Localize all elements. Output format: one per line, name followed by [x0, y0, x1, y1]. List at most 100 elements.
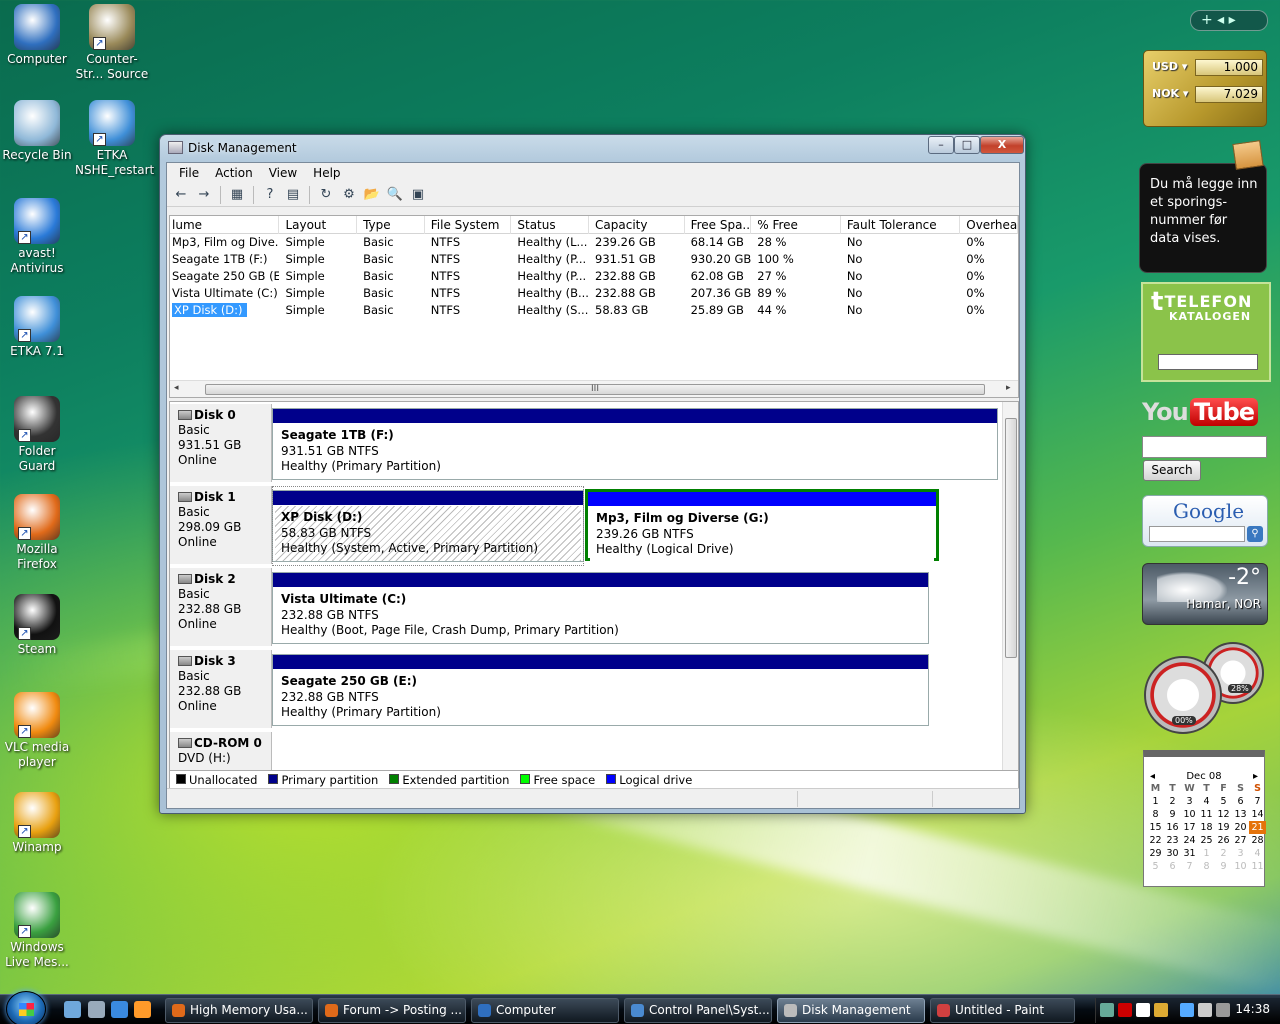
- desktop-icon[interactable]: ↗ Folder Guard: [0, 396, 74, 474]
- calendar-day[interactable]: 8: [1147, 808, 1164, 821]
- calendar-day[interactable]: 21: [1249, 821, 1266, 834]
- search-icon[interactable]: ⚲: [1247, 526, 1263, 542]
- currency-from-value[interactable]: 1.000: [1195, 59, 1263, 76]
- partition[interactable]: Vista Ultimate (C:) 232.88 GB NTFS Healthy…: [272, 572, 929, 644]
- calendar-day[interactable]: 16: [1164, 821, 1181, 834]
- column-header[interactable]: Status: [511, 216, 590, 234]
- calendar-day[interactable]: 7: [1181, 860, 1198, 873]
- calendar-day[interactable]: 6: [1164, 860, 1181, 873]
- calendar-day[interactable]: 11: [1198, 808, 1215, 821]
- calendar-day[interactable]: 27: [1232, 834, 1249, 847]
- volume-row[interactable]: Vista Ultimate (C:) Simple Basic NTFS Health…: [170, 285, 1018, 302]
- calendar-day[interactable]: 1: [1147, 795, 1164, 808]
- disk-label[interactable]: Disk 0 Basic 931.51 GB Online: [170, 404, 272, 482]
- calendar-day[interactable]: 18: [1198, 821, 1215, 834]
- calendar-day[interactable]: 20: [1232, 821, 1249, 834]
- desktop-icon[interactable]: ↗ Mozilla Firefox: [0, 494, 74, 572]
- menu-file[interactable]: File: [171, 163, 207, 183]
- calendar-day[interactable]: 7: [1249, 795, 1266, 808]
- calendar-day[interactable]: 4: [1198, 795, 1215, 808]
- partition[interactable]: Mp3, Film og Diverse (G:) 239.26 GB NTFS H…: [585, 489, 939, 562]
- disk-icon[interactable]: ▣: [408, 186, 428, 204]
- scroll-right-icon[interactable]: ▸: [1006, 383, 1011, 393]
- column-header[interactable]: Layout: [279, 216, 358, 234]
- calendar-day[interactable]: 15: [1147, 821, 1164, 834]
- calendar-day[interactable]: 29: [1147, 847, 1164, 860]
- menu-view[interactable]: View: [261, 163, 305, 183]
- calendar-day[interactable]: 8: [1198, 860, 1215, 873]
- calendar-day[interactable]: 31: [1181, 847, 1198, 860]
- media-player-icon[interactable]: [134, 1001, 151, 1018]
- desktop-icon[interactable]: Recycle Bin: [0, 100, 74, 163]
- currency-from[interactable]: USD ▾: [1152, 60, 1187, 73]
- disk-label[interactable]: CD-ROM 0 DVD (H:): [170, 732, 272, 770]
- settings-icon[interactable]: ⚙: [339, 186, 359, 204]
- network-icon[interactable]: [1100, 1003, 1114, 1017]
- calendar-day[interactable]: 14: [1249, 808, 1266, 821]
- column-header[interactable]: Overhead: [960, 216, 1018, 234]
- calendar-day[interactable]: 4: [1249, 847, 1266, 860]
- calendar-day[interactable]: 5: [1147, 860, 1164, 873]
- calendar-day[interactable]: 10: [1232, 860, 1249, 873]
- partition[interactable]: Seagate 250 GB (E:) 232.88 GB NTFS Healthy…: [272, 654, 929, 726]
- show-desktop-icon[interactable]: [64, 1001, 81, 1018]
- properties-icon[interactable]: ▤: [283, 186, 303, 204]
- calendar-day[interactable]: 28: [1249, 834, 1266, 847]
- network-status-icon[interactable]: [1180, 1003, 1194, 1017]
- calendar-day[interactable]: 3: [1181, 795, 1198, 808]
- column-header[interactable]: File System: [425, 216, 512, 234]
- next-month-icon[interactable]: ▸: [1253, 771, 1258, 782]
- desktop-icon[interactable]: ↗ VLC media player: [0, 692, 74, 770]
- desktop-icon[interactable]: ↗ Windows Live Mes...: [0, 892, 74, 970]
- currency-to[interactable]: NOK ▾: [1152, 87, 1188, 100]
- horizontal-scrollbar[interactable]: ◂ III ▸: [170, 380, 1018, 397]
- youtube-search-button[interactable]: Search: [1143, 460, 1201, 481]
- internet-explorer-icon[interactable]: [111, 1001, 128, 1018]
- calendar-day[interactable]: 1: [1198, 847, 1215, 860]
- vertical-scrollbar[interactable]: [1002, 402, 1018, 770]
- volume-row[interactable]: Seagate 250 GB (E:) Simple Basic NTFS Health…: [170, 268, 1018, 285]
- calendar-day[interactable]: 11: [1249, 860, 1266, 873]
- desktop-icon[interactable]: Computer: [0, 4, 74, 67]
- calendar-day[interactable]: 10: [1181, 808, 1198, 821]
- column-header[interactable]: Capacity: [589, 216, 685, 234]
- scroll-left-icon[interactable]: ◂: [174, 383, 179, 393]
- taskbar-button[interactable]: High Memory Usa...: [165, 998, 313, 1023]
- scroll-thumb[interactable]: III: [205, 384, 985, 395]
- calendar-day[interactable]: 19: [1215, 821, 1232, 834]
- help-icon[interactable]: ?: [260, 186, 280, 204]
- open-folder-icon[interactable]: 📂: [362, 186, 382, 204]
- volume-row[interactable]: Mp3, Film og Dive... Simple Basic NTFS Healt…: [170, 234, 1018, 251]
- start-button[interactable]: [6, 991, 46, 1024]
- console-tree-icon[interactable]: ▦: [227, 186, 247, 204]
- desktop-icon[interactable]: ↗ Winamp: [0, 792, 74, 855]
- calendar-day[interactable]: 5: [1215, 795, 1232, 808]
- youtube-search-input[interactable]: [1142, 436, 1267, 458]
- desktop-icon[interactable]: ↗ avast! Antivirus: [0, 198, 74, 276]
- volume-icon[interactable]: [1198, 1003, 1212, 1017]
- desktop-icon[interactable]: ↗ ETKA 7.1: [0, 296, 74, 359]
- calendar-day[interactable]: 26: [1215, 834, 1232, 847]
- back-icon[interactable]: ←: [171, 186, 191, 204]
- clock[interactable]: 14:38: [1235, 1002, 1270, 1016]
- column-header[interactable]: Free Spa...: [685, 216, 752, 234]
- calendar-day[interactable]: 30: [1164, 847, 1181, 860]
- volume-row[interactable]: Seagate 1TB (F:) Simple Basic NTFS Healthy (…: [170, 251, 1018, 268]
- taskbar-button[interactable]: Control Panel\Syst...: [624, 998, 772, 1023]
- calendar-day[interactable]: 23: [1164, 834, 1181, 847]
- forward-icon[interactable]: →: [194, 186, 214, 204]
- calendar-day[interactable]: 22: [1147, 834, 1164, 847]
- maximize-button[interactable]: □: [954, 136, 980, 154]
- partition[interactable]: Seagate 1TB (F:) 931.51 GB NTFS Healthy (P…: [272, 408, 998, 480]
- menu-help[interactable]: Help: [305, 163, 348, 183]
- column-header[interactable]: Fault Tolerance: [841, 216, 961, 234]
- calendar-day[interactable]: 24: [1181, 834, 1198, 847]
- calendar-day[interactable]: 9: [1164, 808, 1181, 821]
- google-search-input[interactable]: [1149, 526, 1245, 542]
- refresh-icon[interactable]: ↻: [316, 186, 336, 204]
- taskbar-button[interactable]: Untitled - Paint: [930, 998, 1075, 1023]
- disk-label[interactable]: Disk 3 Basic 232.88 GB Online: [170, 650, 272, 728]
- calendar-day[interactable]: 17: [1181, 821, 1198, 834]
- desktop-icon[interactable]: ↗ Counter-Str... Source: [75, 4, 149, 82]
- column-header[interactable]: Type: [357, 216, 425, 234]
